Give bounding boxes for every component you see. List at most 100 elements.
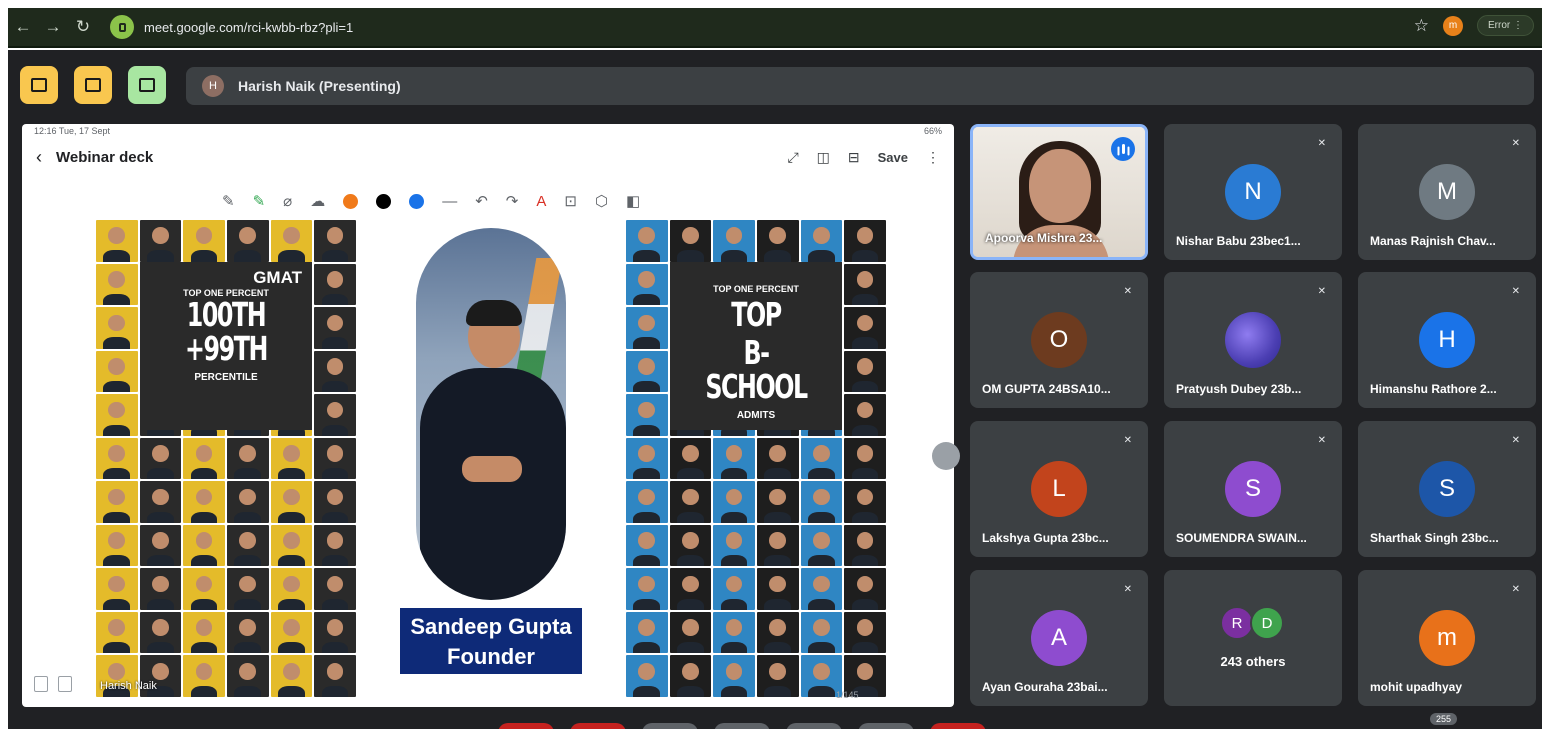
more-menu-icon[interactable]: ⋮ xyxy=(926,149,940,166)
student-photo xyxy=(669,437,712,480)
edit-fab-icon[interactable] xyxy=(932,442,960,470)
student-photo xyxy=(626,568,668,610)
student-photo xyxy=(669,655,712,697)
participant-tile[interactable]: Apoorva Mishra 23... xyxy=(970,124,1148,260)
participant-name: mohit upadhyay xyxy=(1370,680,1463,694)
avatar: L xyxy=(1031,461,1087,517)
student-photo xyxy=(800,481,843,523)
gmat-promo-card: GMAT TOP ONE PERCENT 100TH +99TH PERCENT… xyxy=(140,262,312,430)
camera-off-button[interactable] xyxy=(20,66,58,104)
student-photo xyxy=(626,481,668,523)
pen-color-orange[interactable] xyxy=(343,193,359,209)
participant-tile[interactable]: ✕ S Sharthak Singh 23bc... xyxy=(1358,421,1536,557)
participant-count-badge[interactable]: 255 xyxy=(1430,713,1458,725)
mic-muted-icon: ✕ xyxy=(1317,138,1326,149)
page-view-icon[interactable]: ⊟ xyxy=(848,149,860,166)
pen-color-black[interactable] xyxy=(376,193,392,209)
redo-icon[interactable]: ↷ xyxy=(506,192,519,210)
address-bar[interactable]: meet.google.com/rci-kwbb-rbz?pli=1 xyxy=(110,13,353,41)
pen-color-blue[interactable] xyxy=(409,193,425,209)
back-arrow-icon[interactable]: ← xyxy=(8,17,38,37)
participant-tile[interactable]: ✕ A Ayan Gouraha 23bai... xyxy=(970,570,1148,706)
others-avatars: RD xyxy=(1220,606,1284,640)
participant-tile[interactable]: ✕ S SOUMENDRA SWAIN... xyxy=(1164,421,1342,557)
presenter-name: Harish Naik (Presenting) xyxy=(238,78,401,94)
student-photo xyxy=(626,307,668,349)
student-photo xyxy=(314,263,356,306)
url-text[interactable]: meet.google.com/rci-kwbb-rbz?pli=1 xyxy=(144,20,353,35)
expand-icon[interactable]: ⤢ xyxy=(787,149,798,166)
camera-off-icon xyxy=(31,78,47,92)
bschool-caption: ADMITS xyxy=(736,410,776,421)
forward-arrow-icon[interactable]: → xyxy=(38,17,68,37)
percentile-line-1: 100TH xyxy=(186,295,267,334)
participant-tile[interactable]: ✕ H Himanshu Rathore 2... xyxy=(1358,272,1536,408)
others-tile[interactable]: R D 243 others xyxy=(1164,570,1342,706)
participant-name: OM GUPTA 24BSA10... xyxy=(982,382,1111,396)
student-photo xyxy=(227,568,269,610)
kebab-menu-icon: ⋮ xyxy=(1513,20,1523,31)
participant-name: Ayan Gouraha 23bai... xyxy=(982,680,1108,694)
lasso-tool-icon[interactable]: ☁ xyxy=(310,192,325,210)
presenter-banner[interactable]: H Harish Naik (Presenting) xyxy=(186,67,1534,105)
student-photo xyxy=(626,437,668,480)
participant-tile[interactable]: ✕ O OM GUPTA 24BSA10... xyxy=(970,272,1148,408)
pin-icon[interactable] xyxy=(34,676,48,692)
bschool-line-1: TOP xyxy=(731,295,782,334)
student-photo xyxy=(139,220,182,262)
raise-hand-button[interactable] xyxy=(858,723,914,729)
mic-muted-icon: ✕ xyxy=(1511,584,1520,595)
sticker-icon[interactable]: ◧ xyxy=(626,192,640,210)
student-photo xyxy=(183,611,225,654)
student-photo xyxy=(227,655,269,697)
student-photo xyxy=(626,394,668,436)
reactions-button[interactable] xyxy=(714,723,770,729)
screen-presenter-label: Harish Naik xyxy=(100,680,157,692)
app-bar: ‹ Webinar deck ⤢ ◫ ⊟ Save ⋮ xyxy=(22,140,954,174)
page-indicator: 1/145 xyxy=(836,690,859,700)
avatar: O xyxy=(1031,312,1087,368)
stroke-width-icon[interactable]: — xyxy=(442,193,457,210)
participant-tile[interactable]: ✕ L Lakshya Gupta 23bc... xyxy=(970,421,1148,557)
layout-button[interactable] xyxy=(74,66,112,104)
participant-name: Pratyush Dubey 23b... xyxy=(1176,382,1302,396)
site-info-icon[interactable] xyxy=(110,15,134,39)
student-photo xyxy=(227,437,269,480)
back-chevron-icon[interactable]: ‹ xyxy=(36,147,42,168)
reload-icon[interactable]: ↻ xyxy=(68,17,98,37)
save-button[interactable]: Save xyxy=(878,150,908,165)
shapes-icon[interactable]: ⬡ xyxy=(595,192,608,210)
present-screen-button[interactable] xyxy=(128,66,166,104)
layout-icon xyxy=(85,78,101,92)
undo-icon[interactable]: ↶ xyxy=(475,192,488,210)
student-photo xyxy=(800,437,843,480)
mic-toggle-button[interactable] xyxy=(498,723,554,729)
text-tool-icon[interactable]: A xyxy=(536,193,546,210)
participant-name: Lakshya Gupta 23bc... xyxy=(982,531,1109,545)
student-photo xyxy=(713,437,755,480)
bookmark-star-icon[interactable]: ☆ xyxy=(1414,16,1429,36)
highlighter-tool-icon[interactable]: ✎ xyxy=(253,192,266,210)
student-photo xyxy=(314,611,356,654)
student-photo xyxy=(626,350,668,393)
student-photo xyxy=(183,568,225,610)
participant-tile[interactable]: ✕ M Manas Rajnish Chav... xyxy=(1358,124,1536,260)
book-view-icon[interactable]: ◫ xyxy=(817,149,830,166)
participant-video-face xyxy=(1029,149,1091,223)
student-photo xyxy=(626,611,668,654)
pen-tool-icon[interactable]: ✎ xyxy=(222,192,235,210)
leave-call-button[interactable] xyxy=(930,723,986,729)
present-button[interactable] xyxy=(786,723,842,729)
student-photo xyxy=(800,568,843,610)
eraser-tool-icon[interactable]: ⌀ xyxy=(283,192,292,210)
participant-tile[interactable]: ✕ Pratyush Dubey 23b... xyxy=(1164,272,1342,408)
captions-button[interactable] xyxy=(642,723,698,729)
profile-avatar[interactable]: m xyxy=(1442,15,1463,36)
text-box-icon[interactable]: ⊡ xyxy=(564,192,577,210)
minimize-icon[interactable] xyxy=(58,676,72,692)
student-photo xyxy=(844,394,886,436)
camera-toggle-button[interactable] xyxy=(570,723,626,729)
participant-tile[interactable]: ✕ N Nishar Babu 23bec1... xyxy=(1164,124,1342,260)
error-button[interactable]: Error ⋮ xyxy=(1476,15,1534,36)
participant-tile[interactable]: ✕ m mohit upadhyay xyxy=(1358,570,1536,706)
